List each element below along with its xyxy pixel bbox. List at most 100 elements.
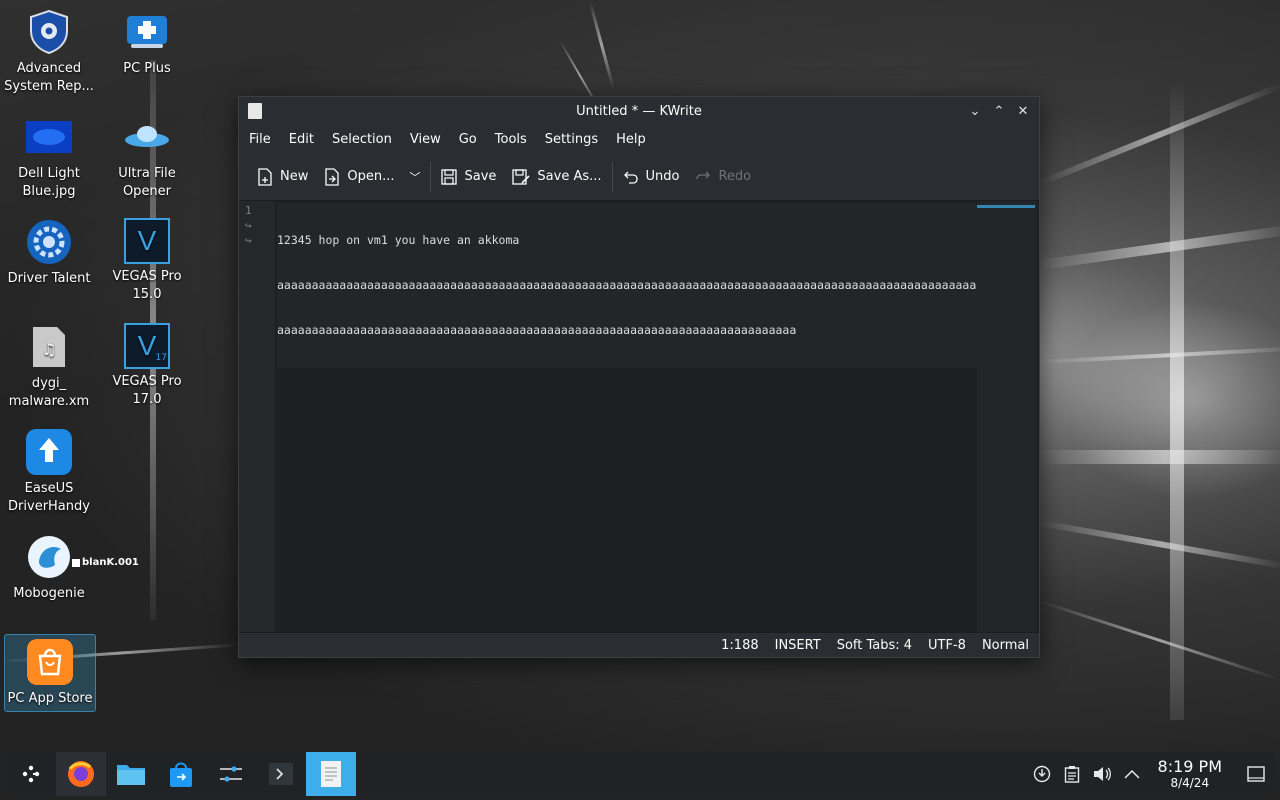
desktop-icon-label: EaseUS DriverHandy xyxy=(8,481,90,514)
redo-icon xyxy=(696,171,711,179)
document-icon xyxy=(248,103,262,119)
ufo-icon xyxy=(123,113,171,161)
shield-gear-icon xyxy=(25,8,73,56)
clock-time: 8:19 PM xyxy=(1157,757,1222,776)
desktop-icon-label: Advanced System Rep... xyxy=(4,61,94,94)
desktop-icon-easeus-driverhandy[interactable]: EaseUS DriverHandy xyxy=(3,428,95,516)
desktop-icon-label: VEGAS Pro 17.0 xyxy=(112,374,182,407)
menu-file[interactable]: File xyxy=(241,132,279,147)
undo-icon xyxy=(623,171,638,184)
upload-arrow-icon xyxy=(25,428,73,476)
new-button[interactable]: New xyxy=(249,161,316,193)
desktop-icon-pc-app-store[interactable]: PC App Store xyxy=(4,634,96,712)
save-icon xyxy=(441,168,458,185)
menu-view[interactable]: View xyxy=(402,132,449,147)
desktop-icon-pc-plus[interactable]: PC Plus xyxy=(101,8,193,78)
text-line: 12345 hop on vm1 you have an akkoma xyxy=(277,233,520,247)
title-bar[interactable]: Untitled * — KWrite ⌄ ⌃ ✕ xyxy=(239,97,1039,125)
menu-help[interactable]: Help xyxy=(608,132,654,147)
text-document-icon xyxy=(321,761,341,787)
taskbar-kwrite[interactable] xyxy=(306,752,356,796)
volume-icon[interactable] xyxy=(1092,764,1112,784)
show-desktop-icon[interactable] xyxy=(1246,764,1266,784)
gear-icon xyxy=(25,218,73,266)
open-document-icon xyxy=(325,167,340,186)
kwrite-window[interactable]: Untitled * — KWrite ⌄ ⌃ ✕ File Edit Sele… xyxy=(238,96,1040,658)
menu-bar: File Edit Selection View Go Tools Settin… xyxy=(239,125,1039,153)
desktop-icon-advanced-system-repair[interactable]: Advanced System Rep... xyxy=(3,8,95,96)
mobogenie-icon xyxy=(25,533,73,581)
undo-button[interactable]: Undo xyxy=(615,161,688,193)
new-document-icon xyxy=(258,167,272,186)
taskbar-firefox[interactable] xyxy=(56,752,106,796)
taskbar-discover[interactable] xyxy=(156,752,206,796)
audio-file-icon: ♫ xyxy=(25,323,73,371)
vegas-icon: V xyxy=(124,218,170,264)
desktop-icon-label: VEGAS Pro 15.0 xyxy=(112,269,182,302)
desktop-icon-dygi-malware[interactable]: ♫ dygi_ malware.xm xyxy=(3,323,95,411)
launcher-icon xyxy=(22,765,40,783)
desktop-icon-mobogenie[interactable]: Mobogenie xyxy=(3,533,95,603)
terminal-icon xyxy=(269,763,293,785)
edit-mode[interactable]: INSERT xyxy=(775,638,821,653)
line-number: 1 xyxy=(245,204,252,217)
text-line: aaaaaaaaaaaaaaaaaaaaaaaaaaaaaaaaaaaaaaaa… xyxy=(277,278,979,292)
taskbar-file-manager[interactable] xyxy=(106,752,156,796)
desktop-icon-ultra-file-opener[interactable]: Ultra File Opener xyxy=(101,113,193,201)
medical-cross-icon xyxy=(123,8,171,56)
clock-date: 8/4/24 xyxy=(1170,776,1210,790)
input-mode[interactable]: Normal xyxy=(982,638,1029,653)
text-line: aaaaaaaaaaaaaaaaaaaaaaaaaaaaaaaaaaaaaaaa… xyxy=(277,323,797,337)
minimap-viewport xyxy=(977,205,1035,208)
desktop-icon-label: dygi_ malware.xm xyxy=(8,376,90,409)
clipboard-icon[interactable] xyxy=(1062,764,1082,784)
desktop-icon-vegas-pro-15[interactable]: V VEGAS Pro 15.0 xyxy=(101,218,193,304)
close-button[interactable]: ✕ xyxy=(1013,101,1033,121)
window-title: Untitled * — KWrite xyxy=(576,103,702,119)
image-file-icon xyxy=(25,113,73,161)
save-as-icon xyxy=(512,168,530,185)
taskbar-system-settings[interactable] xyxy=(206,752,256,796)
desktop-icon-label: Driver Talent xyxy=(7,271,91,286)
update-notifier-icon[interactable] xyxy=(1032,764,1052,784)
save-as-button[interactable]: Save As... xyxy=(504,161,609,193)
desktop-icon-label: Mobogenie xyxy=(13,586,85,601)
svg-text:♫: ♫ xyxy=(42,340,56,359)
minimize-button[interactable]: ⌄ xyxy=(965,101,985,121)
desktop-icon-dell-light-blue[interactable]: Dell Light Blue.jpg xyxy=(3,113,95,201)
desktop-icon-label: Ultra File Opener xyxy=(118,166,176,199)
editor-text[interactable]: 12345 hop on vm1 you have an akkoma aaaa… xyxy=(277,203,979,368)
menu-settings[interactable]: Settings xyxy=(537,132,606,147)
toolbar-separator xyxy=(611,161,613,192)
minimap-scrollbar[interactable] xyxy=(977,201,1037,632)
chevron-down-icon[interactable]: ﹀ xyxy=(409,169,420,185)
settings-sliders-icon xyxy=(220,766,242,782)
text-editor[interactable]: 1 ↪ ↪ 12345 hop on vm1 you have an akkom… xyxy=(239,201,1039,632)
cursor-position[interactable]: 1:188 xyxy=(721,638,758,653)
wrap-marker-icon: ↪ xyxy=(245,219,252,232)
redo-button[interactable]: Redo xyxy=(687,161,759,193)
encoding[interactable]: UTF-8 xyxy=(928,638,966,653)
desktop-icon-driver-talent[interactable]: Driver Talent xyxy=(3,218,95,288)
save-button[interactable]: Save xyxy=(433,161,504,193)
shopping-bag-icon xyxy=(26,638,74,686)
digital-clock[interactable]: 8:19 PM 8/4/24 xyxy=(1157,757,1222,791)
menu-tools[interactable]: Tools xyxy=(487,132,535,147)
application-launcher[interactable] xyxy=(6,752,56,796)
desktop-icon-vegas-pro-17[interactable]: V 17 VEGAS Pro 17.0 xyxy=(101,323,193,409)
indent-settings[interactable]: Soft Tabs: 4 xyxy=(837,638,912,653)
menu-go[interactable]: Go xyxy=(451,132,485,147)
taskbar-terminal[interactable] xyxy=(256,752,306,796)
open-button[interactable]: Open... ﹀ xyxy=(316,161,428,193)
firefox-icon xyxy=(68,761,94,787)
desktop-icon-label: Dell Light Blue.jpg xyxy=(18,166,80,199)
show-hidden-icons-chevron-up-icon[interactable] xyxy=(1122,764,1142,784)
menu-edit[interactable]: Edit xyxy=(281,132,322,147)
store-bag-icon xyxy=(170,762,192,787)
maximize-button[interactable]: ⌃ xyxy=(989,101,1009,121)
desktop-icon-label: PC Plus xyxy=(123,61,171,76)
version-badge: 17 xyxy=(155,353,167,363)
menu-selection[interactable]: Selection xyxy=(324,132,400,147)
line-number-gutter: 1 ↪ ↪ xyxy=(239,201,275,632)
system-tray: 8:19 PM 8/4/24 xyxy=(1032,752,1274,796)
